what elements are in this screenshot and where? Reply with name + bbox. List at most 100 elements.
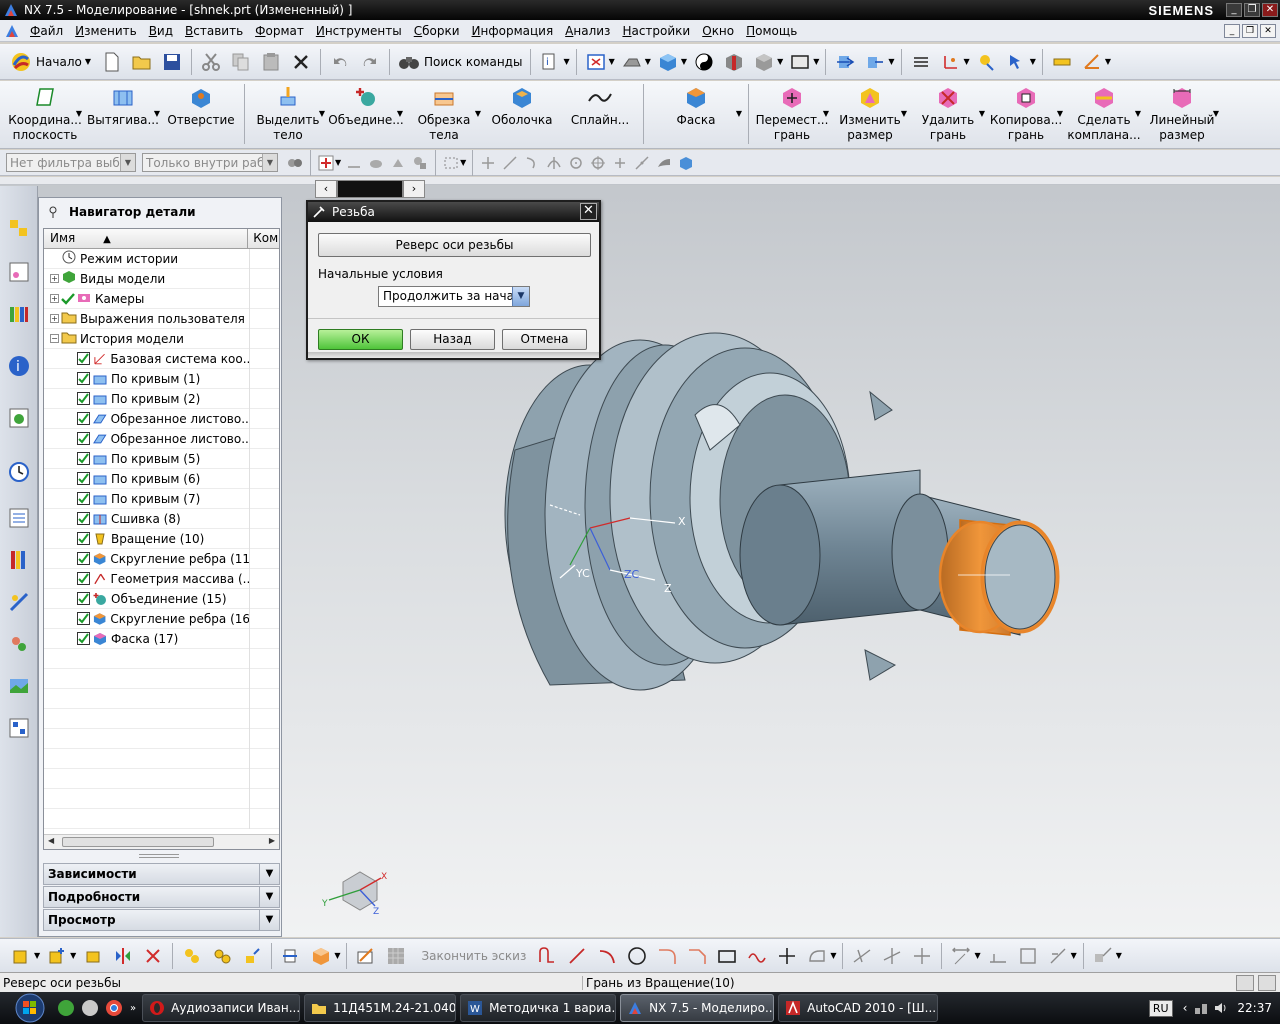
details-section[interactable]: Подробности ▼	[43, 886, 280, 908]
explode-button[interactable]	[239, 943, 265, 969]
tree-row[interactable]: Режим истории	[44, 248, 279, 269]
extrude-button[interactable]: Вытягива... ▼	[84, 81, 162, 147]
quicklaunch-chrome[interactable]	[104, 998, 124, 1018]
orient-view-button[interactable]	[691, 49, 717, 75]
menu-file[interactable]: Файл	[24, 24, 69, 38]
open-file-button[interactable]	[129, 49, 155, 75]
start-conditions-select[interactable]: Продолжить за начало ▼	[378, 286, 530, 307]
rectangle-select-button[interactable]	[442, 154, 460, 172]
tree-row[interactable]: Сшивка (8)	[44, 508, 279, 529]
chevron-down-icon[interactable]: ▼	[1135, 109, 1141, 118]
dimension-button[interactable]	[948, 943, 974, 969]
snap-endpoint-button[interactable]	[479, 154, 497, 172]
move-face-button[interactable]: Перемест... грань ▼	[753, 81, 831, 147]
menu-window[interactable]: Окно	[696, 24, 740, 38]
snap-center-button[interactable]	[567, 154, 585, 172]
snap-arc-button[interactable]	[523, 154, 541, 172]
nx-menu-icon[interactable]	[4, 23, 20, 39]
chevron-down-icon[interactable]: ▼	[681, 57, 687, 66]
offset-curve-button[interactable]	[804, 943, 830, 969]
snap-line-button[interactable]	[501, 154, 519, 172]
menu-view[interactable]: Вид	[143, 24, 179, 38]
menu-assemblies[interactable]: Сборки	[408, 24, 466, 38]
shaded-view-button[interactable]	[655, 49, 681, 75]
snap-on-face-button[interactable]	[655, 154, 673, 172]
hole-button[interactable]: Отверстие	[162, 81, 240, 147]
circle-button[interactable]	[624, 943, 650, 969]
paste-button[interactable]	[258, 49, 284, 75]
undo-button[interactable]	[327, 49, 353, 75]
type-filter-combo[interactable]: Нет фильтра выбор ▼	[6, 153, 136, 172]
feature-checkbox[interactable]	[77, 532, 90, 545]
copy-button[interactable]	[228, 49, 254, 75]
pin-icon[interactable]	[47, 206, 59, 218]
status-filter-button[interactable]	[1236, 974, 1254, 991]
quicklaunch-skype[interactable]	[80, 998, 100, 1018]
feature-checkbox[interactable]	[77, 372, 90, 385]
chevron-down-icon[interactable]: ▼	[1116, 951, 1122, 960]
chevron-down-icon[interactable]: ▼	[813, 57, 819, 66]
start-menu-button[interactable]: Начало ▼	[6, 51, 97, 73]
face-rule-button[interactable]	[367, 154, 385, 172]
tree-row[interactable]: + Выражения пользователя	[44, 308, 279, 329]
assembly-navigator-tab[interactable]	[5, 214, 33, 242]
chevron-down-icon[interactable]: ▼	[460, 158, 466, 167]
feature-checkbox[interactable]	[77, 392, 90, 405]
wave-button[interactable]	[278, 943, 304, 969]
visible-check-icon[interactable]	[61, 292, 75, 306]
cube-button[interactable]	[308, 943, 334, 969]
tree-row[interactable]: По кривым (7)	[44, 488, 279, 509]
tree-row[interactable]: По кривым (2)	[44, 388, 279, 409]
chevron-down-icon[interactable]: ▼	[34, 951, 40, 960]
extract-body-button[interactable]: Выделить тело ▼	[249, 81, 327, 147]
chevron-down-icon[interactable]: ▼	[1071, 951, 1077, 960]
chamfer-button[interactable]	[684, 943, 710, 969]
close-button[interactable]: ✕	[1262, 3, 1278, 17]
assembly-button[interactable]	[8, 943, 34, 969]
tree-row[interactable]: Скругление ребра (16)	[44, 608, 279, 629]
chevron-down-icon[interactable]: ▼	[830, 951, 836, 960]
feature-checkbox[interactable]	[77, 512, 90, 525]
tree-row[interactable]: Обрезанное листово...	[44, 428, 279, 449]
tree-row[interactable]: Базовая система коо...	[44, 348, 279, 369]
snap-button[interactable]	[974, 49, 1000, 75]
delete-face-button[interactable]: Удалить грань ▼	[909, 81, 987, 147]
grey-cube-button[interactable]	[751, 49, 777, 75]
studio-spline-button[interactable]	[744, 943, 770, 969]
snap-intersection-button[interactable]	[545, 154, 563, 172]
linear-dimension-button[interactable]: Линейный размер ▼	[1143, 81, 1221, 147]
delete-button[interactable]	[288, 49, 314, 75]
save-button[interactable]	[159, 49, 185, 75]
windows-start-button[interactable]	[10, 993, 50, 1023]
taskbar-item-folder[interactable]: 11Д451М.24-21.040 ...	[304, 994, 457, 1022]
chevron-down-icon[interactable]: ▼	[319, 109, 325, 118]
tree-row[interactable]: + Виды модели	[44, 268, 279, 289]
chevron-down-icon[interactable]: ▼	[1030, 57, 1036, 66]
tree-row[interactable]: Вращение (10)	[44, 528, 279, 549]
status-close-button[interactable]	[1258, 974, 1276, 991]
tree-row[interactable]: По кривым (5)	[44, 448, 279, 469]
chevron-down-icon[interactable]: ▼	[1057, 109, 1063, 118]
system-scenes-tab[interactable]	[5, 672, 33, 700]
profile-button[interactable]	[534, 943, 560, 969]
copy-face-button[interactable]: Копирова... грань ▼	[987, 81, 1065, 147]
quicklaunch-expand-icon[interactable]: »	[130, 1003, 136, 1014]
tree-row[interactable]: + Камеры	[44, 288, 279, 309]
cancel-button[interactable]: Отмена	[502, 329, 587, 350]
unite-button[interactable]: Объедине... ▼	[327, 81, 405, 147]
shell-button[interactable]: Оболочка	[483, 81, 561, 147]
mirror-button[interactable]	[110, 943, 136, 969]
background-button[interactable]	[787, 49, 813, 75]
sketch-button[interactable]	[353, 943, 379, 969]
chevron-down-icon[interactable]: ▼	[964, 57, 970, 66]
menu-analysis[interactable]: Анализ	[559, 24, 616, 38]
quick-trim-button[interactable]	[849, 943, 875, 969]
rail-handle[interactable]	[337, 180, 403, 198]
chevron-down-icon[interactable]: ▼	[259, 864, 279, 884]
tree-expander[interactable]: −	[50, 334, 59, 343]
chevron-down-icon[interactable]: ▼	[154, 109, 160, 118]
chevron-down-icon[interactable]: ▼	[609, 57, 615, 66]
chevron-down-icon[interactable]: ▼	[563, 57, 569, 66]
chevron-down-icon[interactable]: ▼	[259, 910, 279, 930]
tree-row[interactable]: По кривым (1)	[44, 368, 279, 389]
